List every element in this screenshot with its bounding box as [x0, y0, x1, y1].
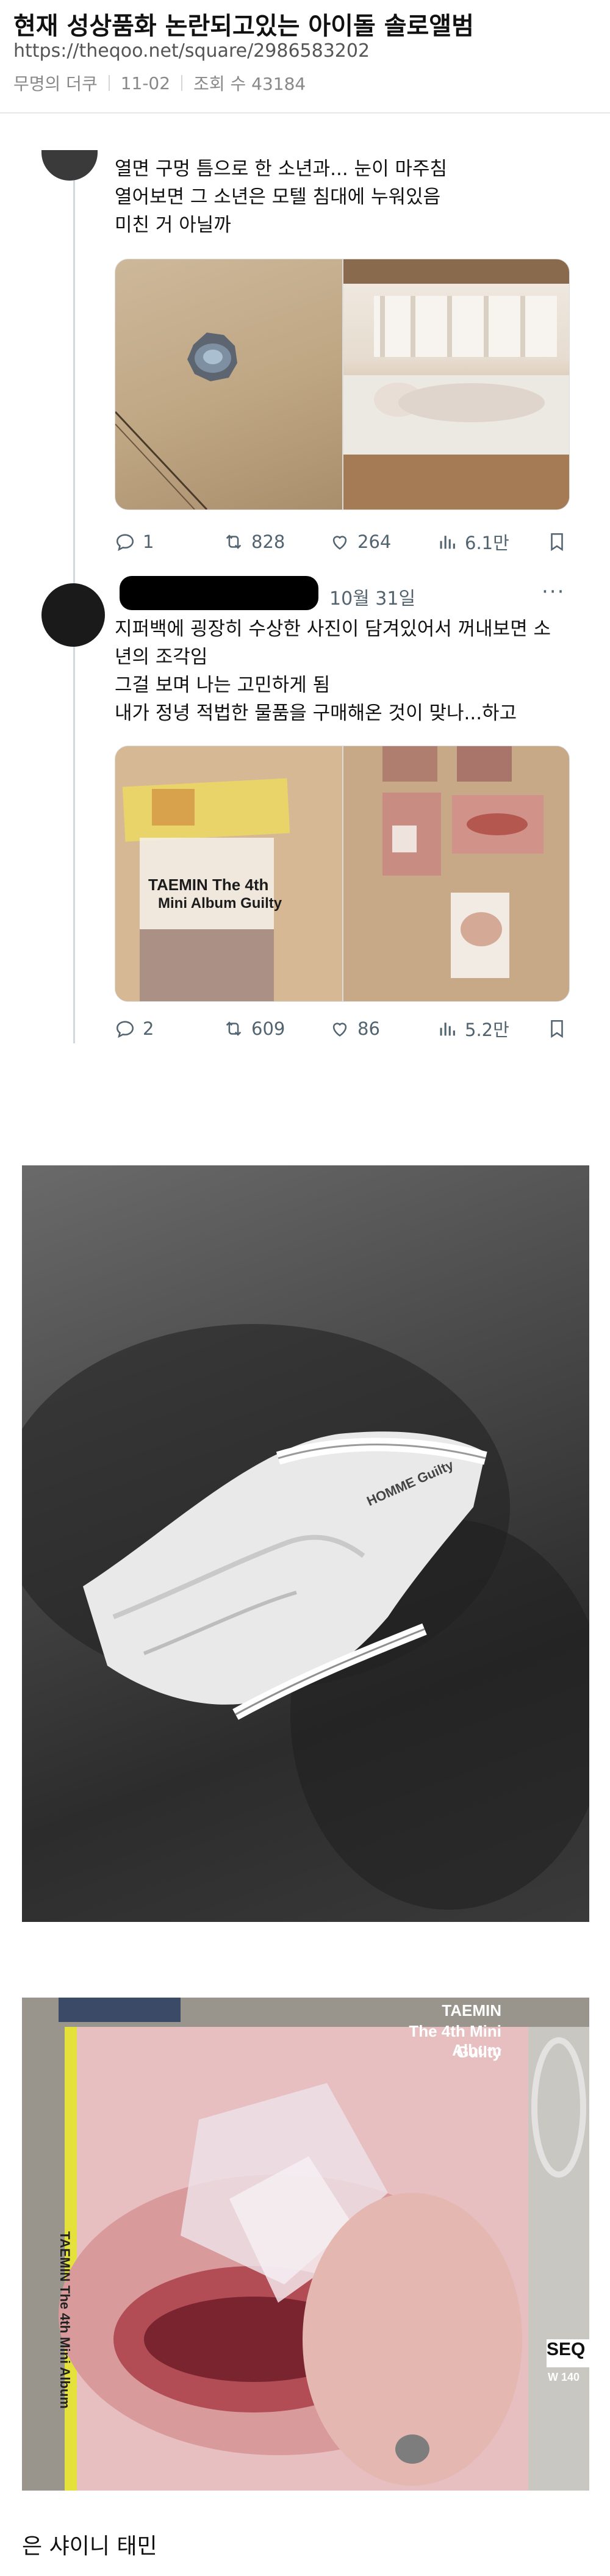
like-count: 264 [357, 531, 392, 552]
post-views: 조회 수 43184 [193, 74, 306, 94]
tweet1-image-box[interactable] [115, 259, 343, 510]
cover-line1: TAEMIN [442, 2001, 501, 2020]
cover-spine-text: TAEMIN The 4th Mini Album [57, 2231, 73, 2409]
retweet-icon [226, 1021, 242, 1036]
tweet1-actions: 1 828 264 6.1만 [115, 530, 566, 554]
bookmark-button[interactable] [547, 1018, 567, 1039]
retweet-button[interactable]: 828 [223, 531, 285, 552]
post-url[interactable]: https://theqoo.net/square/2986583202 [13, 40, 370, 62]
more-options-icon[interactable]: ··· [542, 580, 565, 604]
tweet2-actions: 2 609 86 5.2만 [115, 1016, 566, 1041]
reply-icon [116, 534, 134, 552]
post-header: 현재 성상품화 논란되고있는 아이돌 솔로앨범 https://theqoo.n… [0, 0, 610, 113]
post-title: 현재 성상품화 논란되고있는 아이돌 솔로앨범 [13, 12, 474, 40]
reply-button[interactable]: 1 [115, 531, 154, 552]
bar-chart-icon [440, 536, 455, 549]
avatar[interactable] [41, 150, 98, 181]
album-cover-photo: TAEMIN The 4th Mini Album Guilty TAEMIN … [22, 1998, 589, 2491]
tweet2-date[interactable]: 10월 31일 [329, 583, 415, 610]
album-cover-image [22, 1998, 589, 2491]
view-count: 6.1만 [465, 533, 509, 553]
tweet2-image-album[interactable]: TAEMIN The 4th Mini Album Guilty [115, 746, 343, 1002]
tweet1-text: 열면 구멍 틈으로 한 소년과... 눈이 마주침 열어보면 그 소년은 모텔 … [115, 158, 448, 236]
bookmark-icon [551, 1020, 563, 1038]
tweet2-image-photocards[interactable] [343, 746, 570, 1002]
post-author[interactable]: 무명의 더쿠 [13, 71, 98, 95]
cardboard-hole-image [115, 333, 237, 509]
tweet1-image-motel[interactable] [343, 259, 570, 510]
bookmark-button[interactable] [547, 531, 567, 552]
retweet-icon [226, 534, 242, 549]
view-count: 5.2만 [465, 1020, 509, 1040]
album-package-image [115, 746, 342, 1001]
album-card-line2: Mini Album Guilty [158, 895, 282, 912]
bookmark-icon [551, 533, 563, 552]
meta-divider [108, 75, 110, 91]
side-sub-label: W 140 [548, 2371, 580, 2383]
retweet-count: 609 [251, 1018, 285, 1039]
cover-line3: Guilty [456, 2043, 501, 2061]
like-button[interactable]: 264 [329, 531, 391, 552]
reply-icon [116, 1021, 134, 1038]
redacted-username [120, 576, 318, 610]
heart-icon [332, 1023, 347, 1037]
reply-count: 1 [143, 531, 154, 552]
post-caption: 은 샤이니 태민 [22, 2534, 157, 2559]
album-inner-photo: HOMME Guilty [22, 1165, 589, 1922]
tweet2-text: 지퍼백에 굉장히 수상한 사진이 담겨있어서 꺼내보면 소 년의 조각임 그걸 … [115, 618, 551, 724]
like-count: 86 [357, 1018, 380, 1039]
reply-button[interactable]: 2 [115, 1018, 154, 1039]
motel-bed-image [343, 259, 569, 509]
bar-chart-icon [440, 1023, 455, 1036]
like-button[interactable]: 86 [329, 1018, 380, 1039]
post-date: 11-02 [120, 73, 171, 93]
album-card-line1: TAEMIN The 4th [148, 876, 269, 894]
reply-count: 2 [143, 1018, 154, 1039]
retweet-count: 828 [251, 531, 285, 552]
underwear-photo [22, 1324, 589, 1910]
avatar[interactable] [41, 583, 105, 647]
views-button[interactable]: 5.2만 [437, 1016, 509, 1042]
photo-fragments-image [343, 746, 569, 1001]
side-label: SEQ [547, 2339, 589, 2367]
retweet-button[interactable]: 609 [223, 1018, 285, 1039]
heart-icon [332, 536, 347, 550]
post-meta: 무명의 더쿠 11-02 조회 수 43184 [13, 71, 306, 95]
views-button[interactable]: 6.1만 [437, 529, 509, 555]
meta-divider [181, 75, 183, 91]
